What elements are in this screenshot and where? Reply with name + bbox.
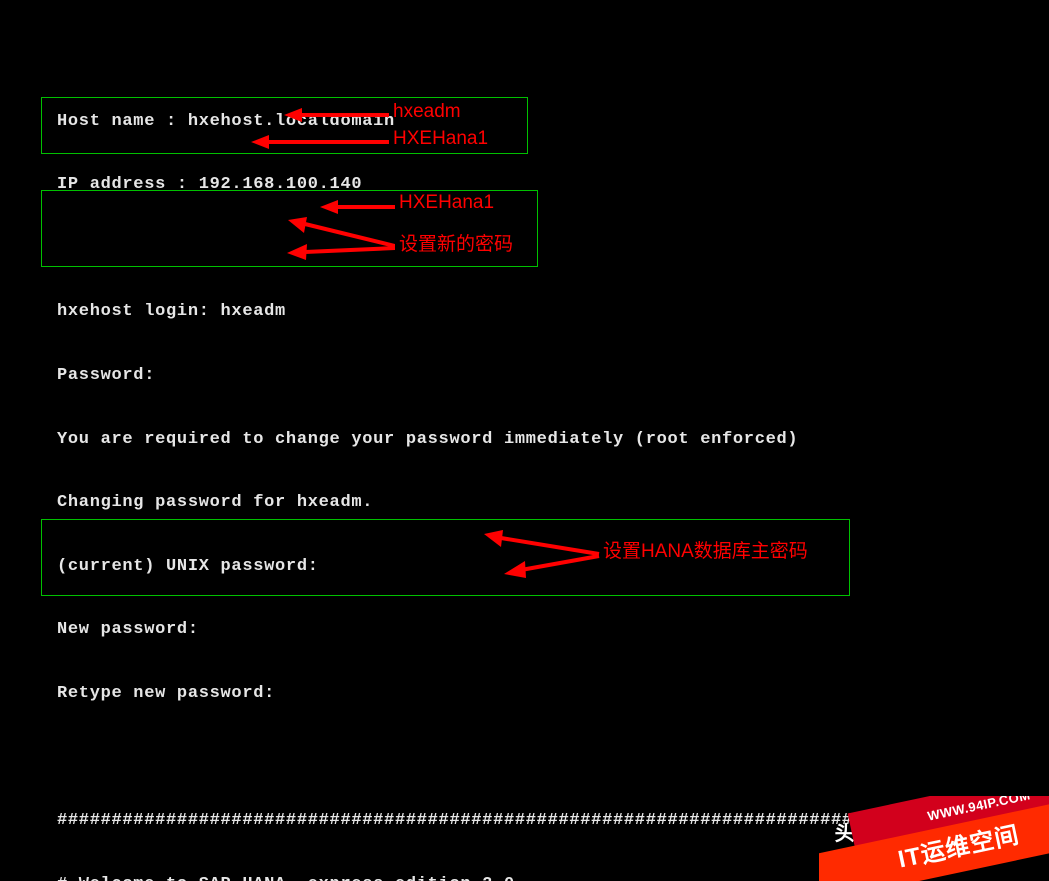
changing-password-line: Changing password for hxeadm. [0, 492, 1049, 513]
toutiao-label: 头条@ [835, 824, 899, 845]
password-prompt: Password: [0, 365, 1049, 386]
highlight-box-unix-password [41, 190, 538, 267]
required-change-line: You are required to change your password… [0, 429, 1049, 450]
login-prompt: hxehost login: hxeadm [0, 301, 1049, 322]
highlight-box-login [41, 97, 528, 154]
highlight-box-hana-password [41, 519, 850, 596]
retype-password-line: Retype new password: [0, 683, 1049, 704]
welcome-line: # Welcome to SAP HANA, express edition 2… [0, 874, 1049, 881]
terminal[interactable]: Host name : hxehost.localdomain IP addre… [0, 0, 1049, 881]
new-password-line: New password: [0, 619, 1049, 640]
